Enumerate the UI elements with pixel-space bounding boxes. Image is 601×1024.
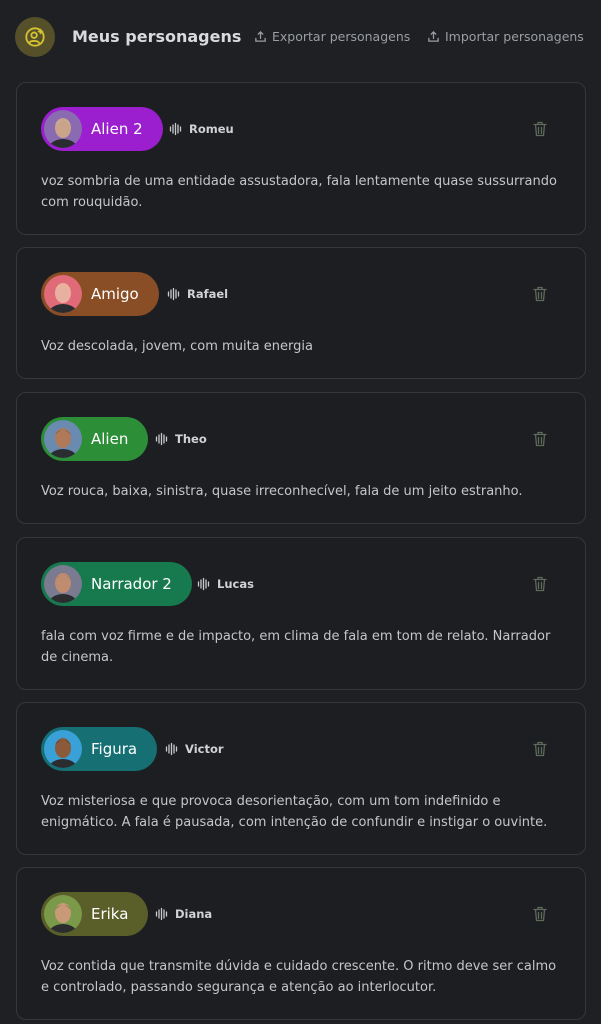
voice-tag: Diana — [155, 907, 212, 921]
trash-icon[interactable] — [533, 431, 547, 447]
character-name: Figura — [91, 740, 138, 758]
import-label: Importar personagens — [445, 29, 584, 44]
character-name-pill[interactable]: Amigo — [41, 272, 159, 316]
waveform-icon — [169, 122, 182, 136]
page-header: Meus personagens Exportar personagens Im… — [0, 0, 601, 76]
voice-tag: Romeu — [169, 122, 234, 136]
avatar — [44, 420, 82, 458]
trash-icon[interactable] — [533, 906, 547, 922]
trash-icon[interactable] — [533, 741, 547, 757]
character-name: Alien — [91, 430, 129, 448]
waveform-icon — [167, 287, 180, 301]
character-description: Voz contida que transmite dúvida e cuida… — [41, 959, 557, 995]
character-card: Erika Diana Voz contida que transmite dú… — [16, 867, 586, 1020]
character-description: Voz misteriosa e que provoca desorientaç… — [41, 794, 548, 830]
character-description: Voz rouca, baixa, sinistra, quase irreco… — [41, 484, 523, 499]
character-card: Narrador 2 Lucas fala com voz firme e de… — [16, 537, 586, 690]
voice-name: Theo — [175, 432, 207, 446]
import-characters-button[interactable]: Importar personagens — [427, 29, 584, 44]
character-name: Narrador 2 — [91, 575, 172, 593]
character-name: Erika — [91, 905, 129, 923]
character-description: voz sombria de uma entidade assustadora,… — [41, 174, 557, 210]
character-name-pill[interactable]: Erika — [41, 892, 149, 936]
waveform-icon — [155, 907, 168, 921]
character-name-pill[interactable]: Alien — [41, 417, 149, 461]
user-add-icon[interactable] — [15, 17, 55, 57]
export-characters-button[interactable]: Exportar personagens — [254, 29, 410, 44]
export-label: Exportar personagens — [272, 29, 411, 44]
avatar — [44, 565, 82, 603]
trash-icon[interactable] — [533, 121, 547, 137]
voice-tag: Victor — [165, 742, 224, 756]
character-description: Voz descolada, jovem, com muita energia — [41, 339, 313, 354]
voice-tag: Lucas — [197, 577, 254, 591]
waveform-icon — [155, 432, 168, 446]
trash-icon[interactable] — [533, 576, 547, 592]
voice-name: Diana — [175, 907, 213, 921]
character-description: fala com voz firme e de impacto, em clim… — [41, 629, 551, 665]
character-card: Alien Theo Voz rouca, baixa, sinistra, q… — [16, 392, 586, 524]
character-card: Figura Victor Voz misteriosa e que provo… — [16, 702, 586, 855]
avatar — [44, 110, 82, 148]
character-name: Amigo — [91, 285, 139, 303]
voice-name: Victor — [185, 742, 224, 756]
avatar — [44, 895, 82, 933]
character-card: Amigo Rafael Voz descolada, jovem, com m… — [16, 247, 586, 379]
page-title: Meus personagens — [72, 27, 242, 46]
avatar — [44, 730, 82, 768]
voice-name: Lucas — [217, 577, 254, 591]
character-name: Alien 2 — [91, 120, 143, 138]
voice-tag: Rafael — [167, 287, 228, 301]
upload-icon — [255, 30, 266, 42]
trash-icon[interactable] — [533, 286, 547, 302]
voice-tag: Theo — [155, 432, 207, 446]
waveform-icon — [197, 577, 210, 591]
character-name-pill[interactable]: Figura — [41, 727, 158, 771]
character-card: Alien 2 Romeu voz sombria de uma entidad… — [16, 82, 586, 235]
upload-icon — [428, 30, 439, 42]
waveform-icon — [165, 742, 178, 756]
voice-name: Romeu — [189, 122, 234, 136]
voice-name: Rafael — [187, 287, 229, 301]
character-name-pill[interactable]: Alien 2 — [41, 107, 163, 151]
character-name-pill[interactable]: Narrador 2 — [41, 562, 192, 606]
avatar — [44, 275, 82, 313]
